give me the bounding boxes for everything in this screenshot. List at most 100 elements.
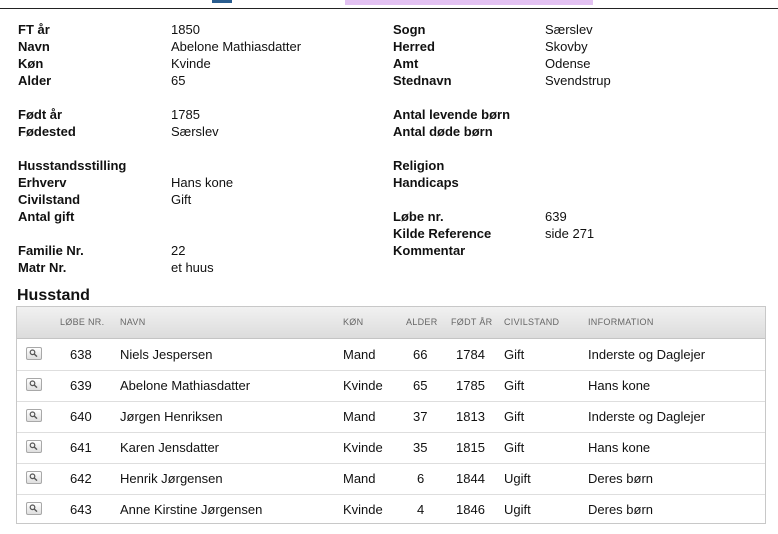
matr-nr-label: Matr Nr. (18, 260, 67, 275)
cell-information: Inderste og Daglejer (588, 409, 706, 424)
amt-value: Odense (545, 56, 591, 71)
column-header-koen[interactable]: KØN (343, 307, 363, 338)
koen-value: Kvinde (171, 56, 211, 71)
household-table: LØBE NR. NAVN KØN ALDER FØDT ÅR CIVILSTA… (16, 306, 766, 524)
alder-label: Alder (18, 73, 52, 88)
cell-information: Hans kone (588, 440, 651, 455)
table-row[interactable]: 639 Abelone Mathiasdatter Kvinde 65 1785… (17, 370, 765, 402)
cell-koen: Mand (343, 347, 376, 362)
cell-alder: 35 (413, 440, 428, 455)
cell-foedt-aar: 1844 (456, 471, 485, 486)
koen-label: Køn (18, 56, 44, 71)
antal-levende-boern-label: Antal levende børn (393, 107, 511, 122)
magnifier-icon[interactable] (26, 409, 42, 422)
cell-foedt-aar: 1813 (456, 409, 485, 424)
cell-loebe-nr: 639 (70, 378, 92, 393)
table-row[interactable]: 638 Niels Jespersen Mand 66 1784 Gift In… (17, 339, 765, 371)
cell-foedt-aar: 1785 (456, 378, 485, 393)
foedt-aar-value: 1785 (171, 107, 200, 122)
magnifier-icon[interactable] (26, 502, 42, 515)
cell-navn: Abelone Mathiasdatter (120, 378, 251, 393)
cell-loebe-nr: 641 (70, 440, 92, 455)
cell-koen: Kvinde (343, 440, 383, 455)
kilde-reference-value: side 271 (545, 226, 595, 241)
amt-label: Amt (393, 56, 419, 71)
cell-civilstand: Ugift (504, 471, 531, 486)
cell-navn: Niels Jespersen (120, 347, 213, 362)
cell-foedt-aar: 1846 (456, 502, 485, 517)
table-row[interactable]: 640 Jørgen Henriksen Mand 37 1813 Gift I… (17, 401, 765, 433)
civilstand-label: Civilstand (18, 192, 81, 207)
column-header-foedt-aar[interactable]: FØDT ÅR (451, 307, 492, 338)
erhverv-value: Hans kone (171, 175, 234, 190)
husstandsstilling-label: Husstandsstilling (18, 158, 127, 173)
antal-gift-label: Antal gift (18, 209, 75, 224)
religion-label: Religion (393, 158, 445, 173)
ft-aar-value: 1850 (171, 22, 200, 37)
cell-loebe-nr: 640 (70, 409, 92, 424)
column-header-alder[interactable]: ALDER (406, 307, 438, 338)
column-header-information[interactable]: INFORMATION (588, 307, 654, 338)
cell-foedt-aar: 1815 (456, 440, 485, 455)
cell-alder: 6 (417, 471, 425, 486)
herred-value: Skovby (545, 39, 588, 54)
sogn-value: Særslev (545, 22, 593, 37)
cell-koen: Mand (343, 471, 376, 486)
table-header: LØBE NR. NAVN KØN ALDER FØDT ÅR CIVILSTA… (17, 307, 765, 339)
loebe-nr-label: Løbe nr. (393, 209, 444, 224)
cell-loebe-nr: 642 (70, 471, 92, 486)
foedt-aar-label: Født år (18, 107, 63, 122)
column-header-navn[interactable]: NAVN (120, 307, 146, 338)
cell-information: Hans kone (588, 378, 651, 393)
stednavn-value: Svendstrup (545, 73, 611, 88)
cell-koen: Kvinde (343, 502, 383, 517)
magnifier-icon[interactable] (26, 440, 42, 453)
antal-doede-boern-label: Antal døde børn (393, 124, 493, 139)
erhverv-label: Erhverv (18, 175, 67, 190)
cell-navn: Karen Jensdatter (120, 440, 220, 455)
cell-navn: Jørgen Henriksen (120, 409, 223, 424)
cell-civilstand: Gift (504, 409, 525, 424)
alder-value: 65 (171, 73, 186, 88)
column-header-loebe-nr[interactable]: LØBE NR. (60, 307, 104, 338)
cell-civilstand: Gift (504, 347, 525, 362)
kommentar-label: Kommentar (393, 243, 466, 258)
record-details: FT år 1850 Navn Abelone Mathiasdatter Kø… (0, 0, 778, 280)
cell-civilstand: Gift (504, 378, 525, 393)
table-row[interactable]: 643 Anne Kirstine Jørgensen Kvinde 4 184… (17, 494, 765, 525)
household-title: Husstand (17, 287, 90, 304)
cell-alder: 65 (413, 378, 428, 393)
cell-koen: Mand (343, 409, 376, 424)
magnifier-icon[interactable] (26, 471, 42, 484)
magnifier-icon[interactable] (26, 378, 42, 391)
cell-information: Deres børn (588, 471, 654, 486)
ft-aar-label: FT år (18, 22, 50, 37)
cell-civilstand: Gift (504, 440, 525, 455)
loebe-nr-value: 639 (545, 209, 567, 224)
familie-nr-value: 22 (171, 243, 186, 258)
column-header-civilstand[interactable]: CIVILSTAND (504, 307, 559, 338)
cell-loebe-nr: 643 (70, 502, 92, 517)
civilstand-value: Gift (171, 192, 192, 207)
sogn-label: Sogn (393, 22, 426, 37)
cell-loebe-nr: 638 (70, 347, 92, 362)
table-row[interactable]: 641 Karen Jensdatter Kvinde 35 1815 Gift… (17, 432, 765, 464)
cell-navn: Anne Kirstine Jørgensen (120, 502, 263, 517)
cell-navn: Henrik Jørgensen (120, 471, 223, 486)
kilde-reference-label: Kilde Reference (393, 226, 492, 241)
foedested-label: Fødested (18, 124, 76, 139)
handicaps-label: Handicaps (393, 175, 459, 190)
magnifier-icon[interactable] (26, 347, 42, 360)
cell-civilstand: Ugift (504, 502, 531, 517)
cell-information: Deres børn (588, 502, 654, 517)
cell-koen: Kvinde (343, 378, 383, 393)
navn-label: Navn (18, 39, 50, 54)
foedested-value: Særslev (171, 124, 219, 139)
matr-nr-value: et huus (171, 260, 214, 275)
familie-nr-label: Familie Nr. (18, 243, 84, 258)
cell-alder: 4 (417, 502, 425, 517)
cell-alder: 66 (413, 347, 428, 362)
cell-alder: 37 (413, 409, 428, 424)
navn-value: Abelone Mathiasdatter (171, 39, 302, 54)
table-row[interactable]: 642 Henrik Jørgensen Mand 6 1844 Ugift D… (17, 463, 765, 495)
